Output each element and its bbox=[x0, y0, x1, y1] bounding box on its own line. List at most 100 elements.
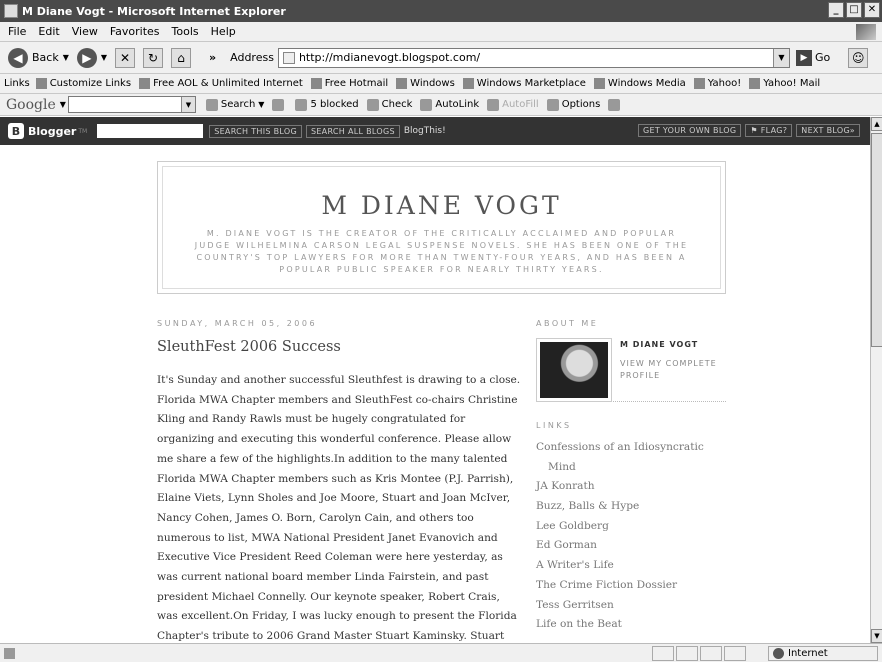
sidebar-link[interactable]: Tess Gerritsen bbox=[536, 596, 704, 616]
globe-icon bbox=[773, 648, 784, 659]
vertical-scrollbar[interactable]: ▲ ▼ bbox=[870, 117, 882, 643]
menu-favorites[interactable]: Favorites bbox=[110, 25, 160, 38]
post-line: was current national board member Linda … bbox=[157, 571, 489, 584]
google-search-dropdown[interactable]: ▼ bbox=[258, 100, 264, 109]
link-marketplace[interactable]: Windows Marketplace bbox=[462, 78, 586, 89]
sidebar-link[interactable]: Ed Gorman bbox=[536, 536, 704, 556]
scroll-down-icon[interactable]: ▼ bbox=[871, 629, 882, 643]
link-windows-media[interactable]: Windows Media bbox=[593, 78, 686, 89]
pagerank-icon[interactable] bbox=[272, 98, 287, 111]
sidebar-link[interactable]: Mind bbox=[536, 458, 704, 478]
post-line: Florida MWA Chapter members and SleuthFe… bbox=[157, 393, 518, 406]
blogthis-link[interactable]: BlogThis! bbox=[404, 126, 446, 136]
next-blog-button[interactable]: NEXT BLOG» bbox=[796, 124, 860, 137]
stop-icon[interactable]: ✕ bbox=[115, 47, 136, 68]
minimize-button[interactable]: _ bbox=[828, 2, 844, 18]
post-line: numerous to list, MWA National President… bbox=[157, 531, 498, 544]
forward-arrow-icon: ▶ bbox=[76, 47, 97, 68]
google-search-button[interactable]: Search bbox=[205, 98, 255, 111]
ie-icon bbox=[4, 4, 18, 18]
post-line: Executive Vice President Reed Coleman we… bbox=[157, 551, 503, 564]
sidebar-link[interactable]: Buzz, Balls & Hype bbox=[536, 497, 704, 517]
page-icon bbox=[396, 78, 408, 89]
yahoo-icon bbox=[749, 78, 761, 89]
profile-photo[interactable] bbox=[536, 338, 612, 402]
sidebar-link[interactable]: A Writer's Life bbox=[536, 556, 704, 576]
maximize-button[interactable]: □ bbox=[846, 2, 862, 18]
post-line: Nancy Cohen, James O. Born, Carolyn Cain… bbox=[157, 511, 474, 524]
link-windows[interactable]: Windows bbox=[396, 78, 455, 89]
zone-label: Internet bbox=[788, 648, 828, 659]
post-line: Elaine Viets, Lynn Sholes and Joe Moore,… bbox=[157, 492, 511, 505]
sidebar-link[interactable]: Life on the Beat bbox=[536, 615, 704, 635]
google-search-dropdown-icon[interactable]: ▼ bbox=[180, 97, 195, 112]
scroll-up-icon[interactable]: ▲ bbox=[871, 117, 882, 131]
status-cell bbox=[652, 646, 674, 661]
address-url[interactable]: http://mdianevogt.blogspot.com/ bbox=[299, 51, 480, 64]
google-logo[interactable]: Google bbox=[6, 97, 56, 113]
forward-button[interactable]: ▶ ▼ bbox=[73, 46, 111, 70]
home-icon[interactable]: ⌂ bbox=[171, 47, 192, 68]
spell-check-button[interactable]: Check bbox=[366, 98, 412, 111]
autofill-icon bbox=[487, 98, 500, 111]
close-button[interactable]: ✕ bbox=[864, 2, 880, 18]
messenger-icon[interactable]: ☺ bbox=[848, 47, 869, 68]
options-button[interactable]: Options bbox=[546, 98, 600, 111]
blogger-search-input[interactable] bbox=[97, 124, 204, 138]
status-cell bbox=[676, 646, 698, 661]
profile-name: M DIANE VOGT bbox=[620, 340, 699, 349]
sidebar-link[interactable]: The Crime Fiction Dossier bbox=[536, 576, 704, 596]
page-content: M DIANE VOGT M. DIANE VOGT IS THE CREATO… bbox=[0, 145, 870, 643]
link-customize[interactable]: Customize Links bbox=[35, 78, 131, 89]
page-icon bbox=[282, 51, 295, 64]
windows-logo-icon bbox=[856, 24, 876, 40]
autofill-button[interactable]: AutoFill bbox=[487, 98, 539, 111]
page-status-icon bbox=[4, 647, 15, 659]
search-all-blogs-button[interactable]: SEARCH ALL BLOGS bbox=[305, 124, 400, 138]
post-line: It's Sunday and another successful Sleut… bbox=[157, 374, 521, 386]
security-zone[interactable]: Internet bbox=[768, 646, 878, 661]
blogger-logo[interactable]: B Blogger TM bbox=[8, 123, 87, 139]
links-bar: Links Customize Links Free AOL & Unlimit… bbox=[0, 74, 882, 94]
scrollbar-thumb[interactable] bbox=[871, 133, 882, 347]
go-button[interactable]: ▶ Go bbox=[795, 49, 830, 66]
autolink-button[interactable]: AutoLink bbox=[420, 98, 479, 111]
back-button[interactable]: ◀ Back ▼ bbox=[4, 46, 73, 70]
link-yahoo[interactable]: Yahoo! bbox=[693, 78, 741, 89]
about-me-heading: ABOUT ME bbox=[536, 319, 599, 328]
refresh-icon[interactable]: ↻ bbox=[143, 47, 164, 68]
menu-help[interactable]: Help bbox=[211, 25, 236, 38]
sidebar-link[interactable]: Confessions of an Idiosyncratic bbox=[536, 438, 704, 458]
toolbar-chevron[interactable]: » bbox=[209, 51, 216, 64]
menu-bar: File Edit View Favorites Tools Help bbox=[0, 22, 882, 42]
aol-icon bbox=[139, 78, 151, 89]
post-line: Kling and Randy Rawls must be hugely con… bbox=[157, 413, 466, 426]
view-profile-link[interactable]: VIEW MY COMPLETE PROFILE bbox=[620, 358, 724, 382]
menu-file[interactable]: File bbox=[8, 25, 26, 38]
flag-button[interactable]: ⚑ FLAG? bbox=[745, 124, 793, 137]
google-menu-icon[interactable]: ▼ bbox=[60, 100, 66, 109]
back-dropdown-icon[interactable]: ▼ bbox=[63, 53, 69, 62]
search-this-blog-button[interactable]: SEARCH THIS BLOG bbox=[209, 124, 302, 138]
menu-view[interactable]: View bbox=[72, 25, 98, 38]
sidebar-link[interactable]: Lee Goldberg bbox=[536, 517, 704, 537]
google-search-input[interactable]: ▼ bbox=[67, 96, 196, 113]
popup-blocker-icon bbox=[295, 98, 308, 111]
links-list: Confessions of an Idiosyncratic Mind JA Ko… bbox=[536, 438, 704, 635]
pencil-icon[interactable] bbox=[608, 98, 623, 111]
link-hotmail[interactable]: Free Hotmail bbox=[310, 78, 388, 89]
address-dropdown-icon[interactable]: ▼ bbox=[772, 48, 789, 67]
blog-description: M. DIANE VOGT IS THE CREATOR OF THE CRIT… bbox=[194, 229, 689, 274]
sidebar-link[interactable]: JA Konrath bbox=[536, 477, 704, 497]
menu-edit[interactable]: Edit bbox=[38, 25, 59, 38]
menu-tools[interactable]: Tools bbox=[172, 25, 199, 38]
popup-blocker[interactable]: 5 blocked bbox=[295, 98, 359, 111]
yahoo-icon bbox=[693, 78, 705, 89]
link-yahoo-mail[interactable]: Yahoo! Mail bbox=[749, 78, 820, 89]
address-bar[interactable]: http://mdianevogt.blogspot.com/ ▼ bbox=[277, 47, 790, 68]
link-aol[interactable]: Free AOL & Unlimited Internet bbox=[139, 78, 303, 89]
options-icon bbox=[546, 98, 559, 111]
forward-dropdown-icon[interactable]: ▼ bbox=[101, 53, 107, 62]
get-your-own-blog-button[interactable]: GET YOUR OWN BLOG bbox=[638, 124, 742, 137]
blog-title[interactable]: M DIANE VOGT bbox=[163, 191, 720, 220]
